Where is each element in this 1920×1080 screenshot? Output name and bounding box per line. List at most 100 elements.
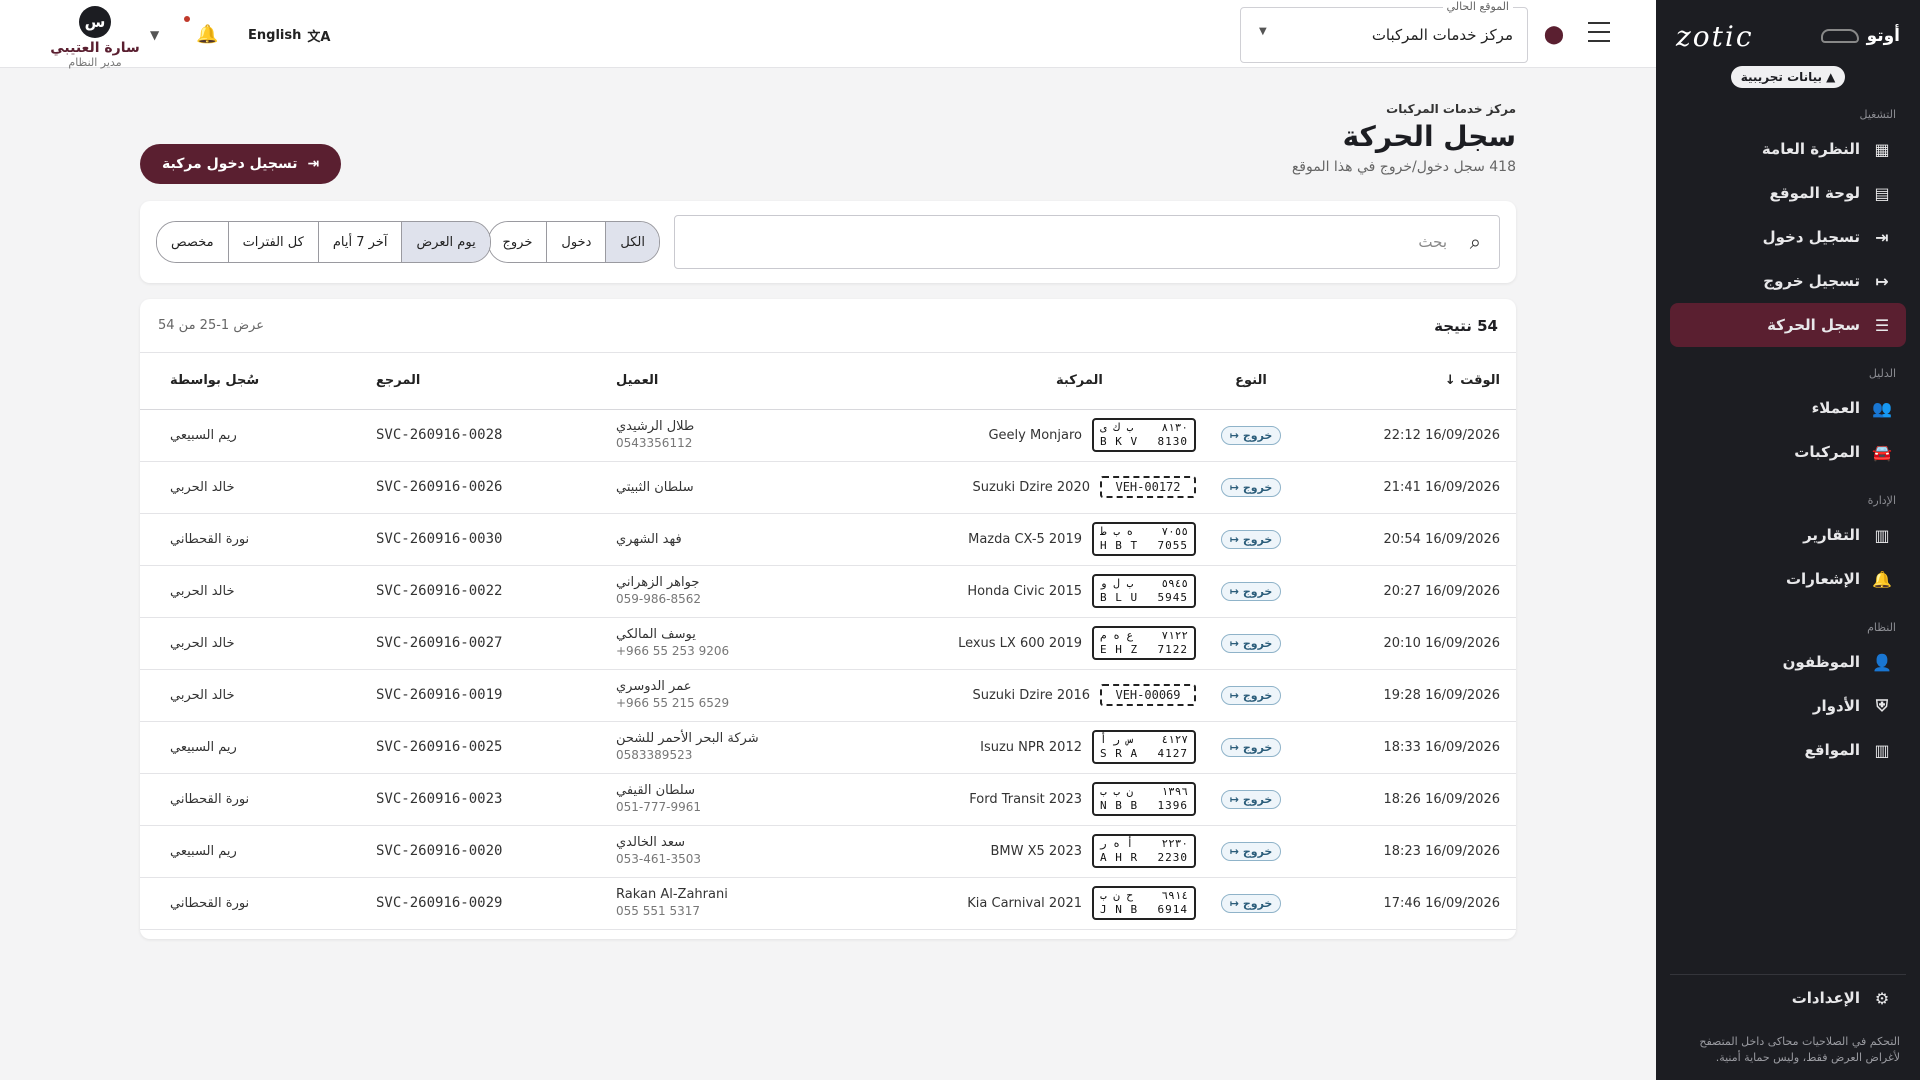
car-icon: 🚘: [1872, 442, 1892, 462]
row-recorded-by: نورة القحطاني: [140, 513, 376, 566]
location-select[interactable]: الموقع الحالي مركز خدمات المركبات ▼: [1240, 0, 1528, 63]
type-badge: خروج ↦: [1220, 737, 1282, 757]
column-recorded-by: سُجل بواسطة: [140, 353, 376, 410]
bell-icon[interactable]: 🔔: [196, 24, 218, 45]
table-row[interactable]: 16/09/2026 18:23 خروج ↦ BMW X5 2023 ٢٢٣٠ أ ه …: [140, 825, 1516, 878]
row-type: خروج↦: [1196, 877, 1306, 930]
temp-plate: VEH-00172: [1100, 476, 1196, 498]
table-row[interactable]: 16/09/2026 17:26خروج↦Honda Accord 2014VE…: [140, 929, 1516, 939]
period-filter-option[interactable]: كل الفترات: [227, 222, 318, 262]
avatar: س: [79, 6, 111, 38]
row-vehicle: Suzuki Dzire 2020 VEH-00172: [816, 461, 1196, 514]
license-plate: ٢٢٣٠ أ ه رA H R 2230: [1092, 834, 1196, 868]
type-filter-option[interactable]: خروج: [488, 222, 547, 262]
chevron-down-icon[interactable]: ▼: [150, 28, 159, 42]
table-row[interactable]: 16/09/2026 21:41 خروج ↦ Suzuki Dzire 2020 VE…: [140, 461, 1516, 514]
row-vehicle: Suzuki Dzire 2016 VEH-00069: [816, 669, 1196, 722]
customer-phone: 0543356112: [616, 436, 693, 450]
sidebar-item-login[interactable]: ⇥ تسجيل دخول: [1670, 215, 1906, 259]
plate-en-number: 2230: [1157, 851, 1188, 864]
type-filter-option[interactable]: دخول: [546, 222, 606, 262]
row-time: 16/09/2026 20:10: [1306, 617, 1516, 670]
register-entry-label: تسجيل دخول مركبة: [162, 156, 298, 172]
sidebar-item-bell[interactable]: 🔔 الإشعارات: [1670, 557, 1906, 601]
column-time[interactable]: الوقت ↓: [1306, 353, 1516, 410]
plate-arabic: ٥٩٤٥ ب ل و: [1100, 577, 1188, 591]
row-time: 16/09/2026 18:23: [1306, 825, 1516, 878]
table-row[interactable]: 16/09/2026 20:27 خروج ↦ Honda Civic 2015 ٥٩٤…: [140, 565, 1516, 618]
login-icon: ⇥: [1875, 227, 1889, 247]
customer-name: عمر الدوسري: [616, 679, 692, 694]
type-badge-label: خروج: [1242, 792, 1273, 806]
table-row[interactable]: 16/09/2026 18:26 خروج ↦ Ford Transit 2023 ١٣…: [140, 773, 1516, 826]
customer-phone: 0583389523: [616, 748, 693, 762]
customer-name: سلطان الثبيتي: [616, 479, 694, 495]
sidebar-item-report[interactable]: ▥ التقارير: [1670, 513, 1906, 557]
type-badge-label: خروج: [1242, 428, 1273, 442]
row-type: خروج↦: [1196, 929, 1306, 939]
row-reference[interactable]: SVC-260916-0023: [376, 773, 616, 826]
plate-latin: B K V 8130: [1100, 435, 1188, 449]
sidebar-item-grid[interactable]: ▤ لوحة الموقع: [1670, 171, 1906, 215]
row-vehicle: Lexus LX 600 2019 ٧١٢٢ ع ه مE H Z 7122: [816, 617, 1196, 670]
plate-ar-letters: ه ب ط: [1100, 525, 1134, 538]
plate-en-number: 8130: [1157, 435, 1188, 448]
user-menu[interactable]: س سارة العتيبي مدير النظام: [50, 6, 140, 69]
sidebar-item-people[interactable]: 👥 العملاء: [1670, 386, 1906, 430]
row-customer: طلال الرشيدي 0543356112: [616, 409, 816, 462]
location-pin-icon[interactable]: ⬤: [1544, 24, 1564, 45]
language-button[interactable]: English 文A: [248, 26, 330, 45]
logout-icon: ↦: [1229, 844, 1239, 858]
period-filter-option[interactable]: مخصص: [157, 222, 228, 262]
sidebar-item-car[interactable]: 🚘 المركبات: [1670, 430, 1906, 474]
table-row[interactable]: 16/09/2026 22:12 خروج ↦ Geely Monjaro ٨١٣٠ ب …: [140, 409, 1516, 462]
vehicle-model: Suzuki Dzire 2016: [972, 687, 1090, 703]
row-time: 16/09/2026 18:26: [1306, 773, 1516, 826]
row-reference[interactable]: SVC-260916-0020: [376, 825, 616, 878]
logout-icon: ↦: [1229, 792, 1239, 806]
sidebar-item-staff[interactable]: 👤 الموظفون: [1670, 640, 1906, 684]
sidebar-item-building[interactable]: ▥ المواقع: [1670, 728, 1906, 772]
row-reference[interactable]: SVC-260916-0026: [376, 461, 616, 514]
vehicle-model: Honda Civic 2015: [967, 583, 1082, 599]
sidebar-item-shield[interactable]: ⛨ الأدوار: [1670, 684, 1906, 728]
table-header-row: الوقت ↓ النوع المركبة العميل المرجع سُجل…: [140, 353, 1516, 410]
page-title: سجل الحركة: [1342, 120, 1516, 153]
plate-latin: E H Z 7122: [1100, 643, 1188, 657]
row-reference[interactable]: SVC-260916-0030: [376, 513, 616, 566]
customer-name: جواهر الزهراني: [616, 575, 700, 590]
period-filter-option[interactable]: آخر 7 أيام: [317, 222, 402, 262]
row-reference[interactable]: SVC-260916-0021: [376, 929, 616, 939]
row-vehicle: Kia Carnival 2021 ٦٩١٤ ح ن بJ N B 6914: [816, 877, 1196, 930]
row-reference[interactable]: SVC-260916-0022: [376, 565, 616, 618]
sidebar-item-list[interactable]: ☰ سجل الحركة: [1670, 303, 1906, 347]
sidebar-item-settings[interactable]: ⚙ الإعدادات: [1670, 976, 1906, 1020]
plate-latin: N B B 1396: [1100, 799, 1188, 813]
sidebar-item-logout[interactable]: ↦ تسجيل خروج: [1670, 259, 1906, 303]
table-row[interactable]: 16/09/2026 18:33 خروج ↦ Isuzu NPR 2012 ٤١٢٧ س…: [140, 721, 1516, 774]
row-time: 16/09/2026 20:54: [1306, 513, 1516, 566]
table-row[interactable]: 16/09/2026 17:46 خروج ↦ Kia Carnival 2021 ٦٩…: [140, 877, 1516, 930]
plate-ar-letters: ب ل و: [1100, 577, 1134, 590]
table-row[interactable]: 16/09/2026 19:28 خروج ↦ Suzuki Dzire 2016 VE…: [140, 669, 1516, 722]
type-filter-option[interactable]: الكل: [605, 222, 659, 262]
location-value: مركز خدمات المركبات: [1371, 26, 1513, 44]
row-reference[interactable]: SVC-260916-0028: [376, 409, 616, 462]
license-plate: ٦٩١٤ ح ن بJ N B 6914: [1092, 886, 1196, 920]
table-row[interactable]: 16/09/2026 20:54 خروج ↦ Mazda CX-5 2019 ٧٠٥٥…: [140, 513, 1516, 566]
sidebar-item-dashboard[interactable]: ▦ النظرة العامة: [1670, 127, 1906, 171]
logout-icon: ↦: [1229, 428, 1239, 442]
table-row[interactable]: 16/09/2026 20:10 خروج ↦ Lexus LX 600 2019 ٧١…: [140, 617, 1516, 670]
row-reference[interactable]: SVC-260916-0019: [376, 669, 616, 722]
plate-arabic: ٦٩١٤ ح ن ب: [1100, 889, 1188, 903]
register-entry-button[interactable]: ⇥ تسجيل دخول مركبة: [140, 144, 342, 184]
type-badge-label: خروج: [1242, 480, 1273, 494]
row-reference[interactable]: SVC-260916-0029: [376, 877, 616, 930]
search-input[interactable]: ⌕ بحث: [674, 215, 1500, 269]
row-reference[interactable]: SVC-260916-0027: [376, 617, 616, 670]
row-reference[interactable]: SVC-260916-0025: [376, 721, 616, 774]
row-vehicle: Mazda CX-5 2019 ٧٠٥٥ ه ب طH B T 7055: [816, 513, 1196, 566]
row-type: خروج↦: [1196, 565, 1306, 618]
period-filter-option[interactable]: يوم العرض: [401, 222, 490, 262]
menu-button[interactable]: [1588, 22, 1610, 42]
